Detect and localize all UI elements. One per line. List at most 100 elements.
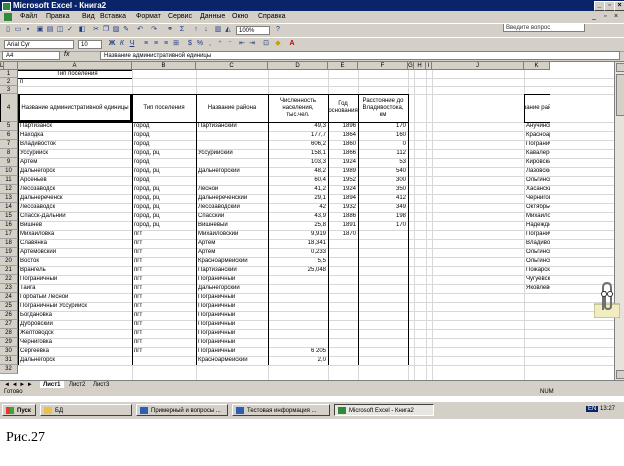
language-indicator[interactable]: EN: [586, 406, 599, 412]
district-list-item[interactable]: Яковлевский: [526, 285, 550, 292]
row-header-27[interactable]: 27: [0, 320, 18, 329]
table-cell[interactable]: Пограничный: [198, 348, 266, 355]
drawing-icon[interactable]: ◭: [224, 26, 232, 34]
close-button[interactable]: ×: [614, 1, 624, 11]
table-cell[interactable]: Партизанский: [198, 123, 266, 130]
table-cell[interactable]: Арсеньев: [20, 177, 130, 184]
align-center-icon[interactable]: ≡: [152, 40, 160, 48]
table-cell[interactable]: Дальнегорск: [20, 357, 130, 364]
row-header-11[interactable]: 11: [0, 176, 18, 185]
menu-format[interactable]: Формат: [136, 11, 161, 23]
decrease-indent-icon[interactable]: ⇤: [238, 40, 246, 48]
district-list-item[interactable]: Ольгинский: [526, 177, 550, 184]
table-cell[interactable]: 160: [360, 132, 406, 139]
column-header-f[interactable]: F: [358, 62, 408, 70]
table-cell[interactable]: 412: [360, 195, 406, 202]
table-cell[interactable]: город, рц: [134, 168, 194, 175]
table-cell[interactable]: Дальнегорский: [198, 168, 266, 175]
table-cell[interactable]: Партизанский: [198, 267, 266, 274]
district-list-item[interactable]: Лазовский: [526, 168, 550, 175]
table-cell[interactable]: 606,2: [270, 141, 326, 148]
doc-restore-icon[interactable]: ▫: [604, 11, 606, 23]
table-cell[interactable]: 5,5: [270, 258, 326, 265]
district-list-item[interactable]: Пограничный: [526, 231, 550, 238]
table-cell[interactable]: 1924: [330, 159, 356, 166]
table-cell[interactable]: 103,3: [270, 159, 326, 166]
table-cell[interactable]: 29,1: [270, 195, 326, 202]
row-header-25[interactable]: 25: [0, 302, 18, 311]
column-header-b[interactable]: B: [132, 62, 196, 70]
table-cell[interactable]: Славянка: [20, 240, 130, 247]
table-cell[interactable]: пгт: [134, 330, 194, 337]
office-assistant-clippy-icon[interactable]: [594, 280, 620, 318]
format-painter-icon[interactable]: ✎: [122, 26, 130, 34]
table-cell[interactable]: Восток: [20, 258, 130, 265]
underline-icon[interactable]: Ч: [128, 40, 136, 48]
table-cell[interactable]: 1864: [330, 132, 356, 139]
fill-color-icon[interactable]: ◆: [274, 40, 282, 48]
table-cell[interactable]: 1870: [330, 231, 356, 238]
column-header-a[interactable]: A: [18, 62, 132, 70]
decrease-decimal-icon[interactable]: ⁻: [226, 40, 234, 48]
table-cell[interactable]: Пограничный: [198, 339, 266, 346]
table-cell[interactable]: пгт: [134, 258, 194, 265]
table-cell[interactable]: пгт: [134, 276, 194, 283]
table-cell[interactable]: 350: [360, 186, 406, 193]
table-cell[interactable]: Сергеевка: [20, 348, 130, 355]
column-header-h[interactable]: H: [414, 62, 426, 70]
table-cell[interactable]: Лесозаводский: [198, 204, 266, 211]
cut-icon[interactable]: ✂: [92, 26, 100, 34]
table-cell[interactable]: Пограничный: [20, 276, 130, 283]
table-cell[interactable]: город, рц: [134, 222, 194, 229]
worksheet-grid[interactable]: A B C D E F G H I J K L 1 2 3 4 5 6 7 8 9 10 11 12 13 14 15 16 17 18 1…: [0, 62, 614, 380]
table-cell[interactable]: город: [134, 177, 194, 184]
table-header-cell[interactable]: Название административной единицы: [18, 94, 132, 122]
scroll-thumb[interactable]: [616, 74, 624, 116]
table-cell[interactable]: 1924: [330, 186, 356, 193]
borders-icon[interactable]: ⊡: [262, 40, 270, 48]
district-list-item[interactable]: Михайловский: [526, 213, 550, 220]
table-cell[interactable]: Пограничный Уссурийск: [20, 303, 130, 310]
table-cell[interactable]: город: [134, 159, 194, 166]
increase-decimal-icon[interactable]: ⁺: [216, 40, 224, 48]
table-cell[interactable]: 170: [360, 222, 406, 229]
print-preview-icon[interactable]: ◫: [56, 26, 64, 34]
row-header-29[interactable]: 29: [0, 338, 18, 347]
table-cell[interactable]: 177,7: [270, 132, 326, 139]
table-cell[interactable]: 1952: [330, 177, 356, 184]
table-cell[interactable]: 1891: [330, 222, 356, 229]
row-header-14[interactable]: 14: [0, 203, 18, 212]
scroll-down-icon[interactable]: [616, 370, 624, 379]
table-cell[interactable]: Уссурийский: [198, 150, 266, 157]
table-cell[interactable]: город, рц: [134, 195, 194, 202]
table-cell[interactable]: Дальнереченский: [198, 195, 266, 202]
table-cell[interactable]: город, рц: [134, 213, 194, 220]
cell-a2[interactable]: п: [20, 79, 134, 86]
table-cell[interactable]: Пограничный: [198, 294, 266, 301]
task-folder[interactable]: БД: [40, 404, 132, 416]
fx-icon[interactable]: fx: [64, 51, 69, 58]
redo-icon[interactable]: ↷: [150, 26, 158, 34]
table-cell[interactable]: Лесозаводск: [20, 186, 130, 193]
table-cell[interactable]: пгт: [134, 240, 194, 247]
merge-center-icon[interactable]: ⊞: [172, 40, 180, 48]
column-header-j[interactable]: J: [432, 62, 524, 70]
table-cell[interactable]: 18,341: [270, 240, 326, 247]
table-cell[interactable]: Лесной: [198, 186, 266, 193]
table-cell[interactable]: Спасский: [198, 213, 266, 220]
row-header-5[interactable]: 5: [0, 122, 18, 131]
sort-asc-icon[interactable]: ↑: [192, 26, 200, 34]
table-cell[interactable]: 1896: [330, 123, 356, 130]
undo-icon[interactable]: ↶: [136, 26, 144, 34]
district-list-item[interactable]: Надеждинский: [526, 222, 550, 229]
table-cell[interactable]: Находка: [20, 132, 130, 139]
table-cell[interactable]: Богдановка: [20, 312, 130, 319]
table-cell[interactable]: Артем: [20, 159, 130, 166]
table-cell[interactable]: Дубровский: [20, 321, 130, 328]
row-header-21[interactable]: 21: [0, 266, 18, 275]
new-icon[interactable]: ▯: [4, 26, 12, 34]
table-cell[interactable]: Желтоводск: [20, 330, 130, 337]
district-list-item[interactable]: Хасанский: [526, 186, 550, 193]
row-header-3[interactable]: 3: [0, 86, 18, 94]
table-cell[interactable]: Горбатый Лесной: [20, 294, 130, 301]
